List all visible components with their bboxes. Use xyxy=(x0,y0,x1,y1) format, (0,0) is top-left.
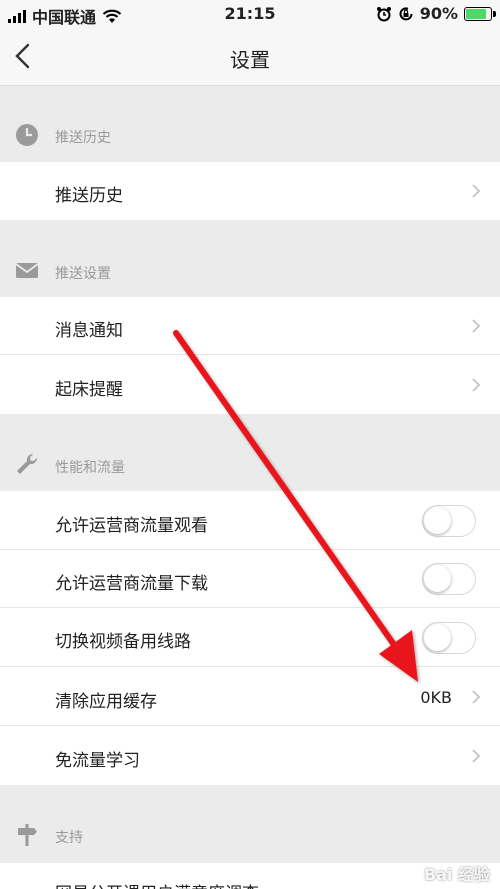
row-label: 允许运营商流量下载 xyxy=(55,574,208,594)
page-title: 设置 xyxy=(230,48,270,72)
row-clear-cache[interactable]: 清除应用缓存 0KB xyxy=(0,667,500,726)
row-label: 起床提醒 xyxy=(55,380,123,400)
row-label: 清除应用缓存 xyxy=(55,692,157,712)
toggle-carrier-download[interactable] xyxy=(422,563,476,595)
row-message-notification[interactable]: 消息通知 xyxy=(0,297,500,355)
watermark: Bai 经验 xyxy=(423,865,490,884)
envelope-icon xyxy=(15,263,39,278)
toggle-knob xyxy=(424,507,451,534)
toggle-knob xyxy=(424,624,451,651)
row-push-history[interactable]: 推送历史 xyxy=(0,162,500,220)
section-label: 推送设置 xyxy=(55,266,111,282)
chevron-right-icon xyxy=(472,749,481,763)
signpost-icon xyxy=(18,824,37,846)
chevron-right-icon xyxy=(472,690,481,704)
cache-size-value: 0KB xyxy=(420,688,452,707)
section-label: 性能和流量 xyxy=(55,460,125,476)
row-switch-backup-line: 切换视频备用线路 xyxy=(0,608,500,667)
row-label: 免流量学习 xyxy=(55,751,140,771)
wrench-icon xyxy=(17,453,38,474)
row-label: 允许运营商流量观看 xyxy=(55,516,208,536)
section-header-support: 支持 xyxy=(0,785,500,863)
row-wakeup-reminder[interactable]: 起床提醒 xyxy=(0,355,500,414)
status-right: 90% xyxy=(376,4,496,23)
chevron-right-icon xyxy=(472,319,481,333)
row-allow-carrier-download: 允许运营商流量下载 xyxy=(0,550,500,608)
section-header-push-settings: 推送设置 xyxy=(0,220,500,297)
status-bar: 中国联通 21:15 90% xyxy=(0,0,500,28)
row-free-traffic-learning[interactable]: 免流量学习 xyxy=(0,726,500,785)
clock-icon xyxy=(16,124,38,146)
section-header-performance: 性能和流量 xyxy=(0,414,500,491)
toggle-backup-line[interactable] xyxy=(422,622,476,654)
section-label: 推送历史 xyxy=(55,130,111,146)
battery-icon xyxy=(464,6,496,21)
orientation-lock-icon xyxy=(399,6,413,20)
toggle-knob xyxy=(424,565,451,592)
row-allow-carrier-watch: 允许运营商流量观看 xyxy=(0,491,500,550)
row-label: 消息通知 xyxy=(55,321,123,341)
row-label: 切换视频备用线路 xyxy=(55,632,191,652)
nav-bar: 设置 xyxy=(0,28,500,86)
battery-percent: 90% xyxy=(419,4,458,23)
section-header-push-history: 推送历史 xyxy=(0,86,500,162)
chevron-right-icon xyxy=(472,378,481,392)
chevron-right-icon xyxy=(472,184,481,198)
row-label: 推送历史 xyxy=(55,186,123,206)
battery-fill xyxy=(466,8,486,19)
toggle-carrier-watch[interactable] xyxy=(422,505,476,537)
section-label: 支持 xyxy=(55,830,83,846)
alarm-icon xyxy=(376,6,391,21)
row-label: 网易公开课用户满意度调查 xyxy=(55,879,259,889)
